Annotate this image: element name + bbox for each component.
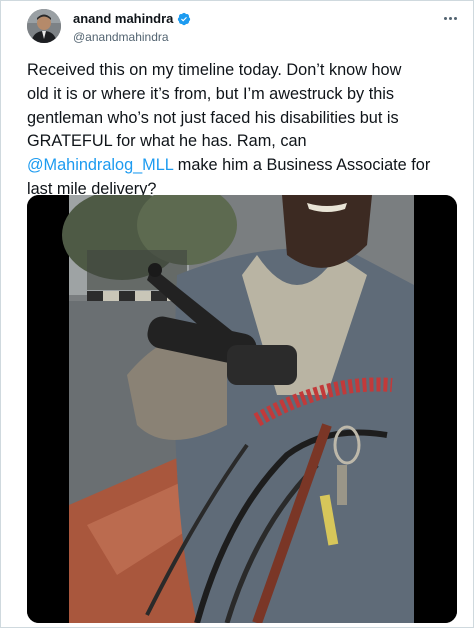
- author-name-row: anand mahindra: [73, 11, 191, 27]
- avatar[interactable]: [27, 9, 61, 43]
- mention-link[interactable]: @Mahindralog_MLL: [27, 156, 173, 174]
- tweet-line: gentleman who’s not just faced his disab…: [27, 108, 399, 127]
- tweet-line: GRATEFUL for what he has. Ram, can: [27, 132, 307, 151]
- media-photo: [27, 195, 457, 623]
- more-options-icon[interactable]: [441, 13, 459, 23]
- more-dot: [453, 16, 457, 20]
- author-handle[interactable]: @anandmahindra: [73, 29, 191, 45]
- more-dot: [443, 16, 447, 20]
- more-dot: [448, 16, 452, 20]
- author-info: anand mahindra @anandmahindra: [73, 11, 191, 47]
- author-name[interactable]: anand mahindra: [73, 11, 173, 27]
- tweet-line-rest: make him a Business Associate for: [173, 156, 431, 175]
- tweet-card: anand mahindra @anandmahindra Received t…: [0, 0, 474, 628]
- tweet-media[interactable]: [27, 195, 457, 623]
- avatar-photo: [27, 9, 61, 43]
- tweet-line: old it is or where it’s from, but I’m aw…: [27, 84, 395, 103]
- tweet-text: Received this on my timeline today. Don’…: [27, 59, 467, 202]
- tweet-line: @Mahindralog_MLL make him a Business Ass…: [27, 154, 467, 178]
- tweet-line: Received this on my timeline today. Don’…: [27, 61, 402, 79]
- verified-badge-icon: [178, 12, 191, 26]
